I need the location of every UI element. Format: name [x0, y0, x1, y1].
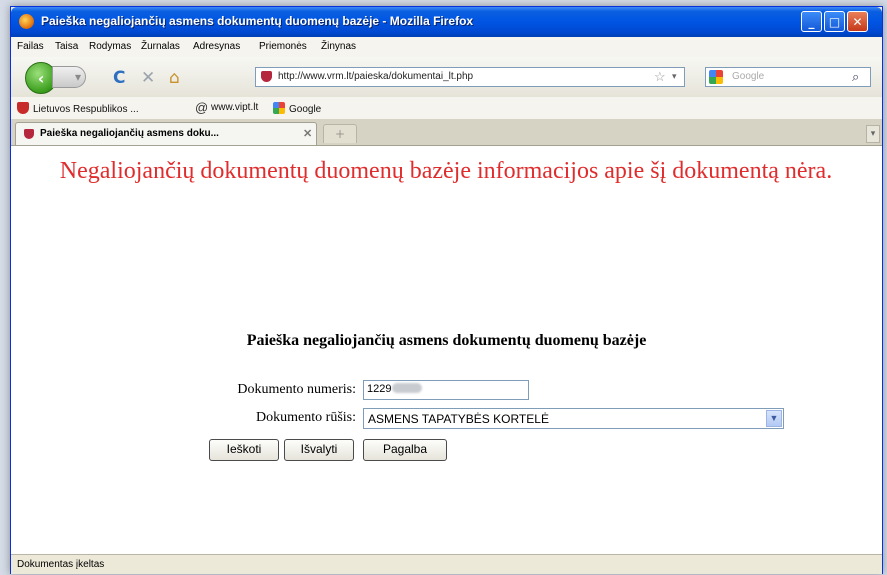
tab-close-icon[interactable]: ✕: [303, 127, 312, 140]
bookmark-vipt[interactable]: @ www.vipt.lt: [195, 100, 259, 115]
at-icon: @: [195, 100, 209, 115]
menu-item-history[interactable]: Žurnalas: [141, 41, 180, 52]
shield-icon: [17, 102, 29, 114]
bookmark-google[interactable]: Google: [273, 102, 321, 115]
forward-button[interactable]: ▾: [52, 66, 86, 88]
navigation-toolbar: ‹ ▾ C ✕ ⌂ http://www.vrm.lt/paieska/doku…: [11, 57, 882, 97]
minimize-button[interactable]: _: [801, 11, 822, 32]
redacted-digits: [392, 383, 423, 393]
document-number-input[interactable]: 1229: [363, 380, 529, 400]
dropdown-arrow-icon: ▾: [74, 70, 81, 84]
url-text[interactable]: http://www.vrm.lt/paieska/dokumentai_lt.…: [278, 71, 473, 82]
tab-label: Paieška negaliojančių asmens doku...: [40, 128, 219, 139]
bookmark-label: Lietuvos Respublikos ...: [33, 104, 139, 115]
firefox-icon: [19, 14, 34, 29]
menu-item-file[interactable]: Failas: [17, 41, 44, 52]
bookmark-star-icon[interactable]: ☆: [654, 69, 666, 85]
window-title: Paieška negaliojančių asmens dokumentų d…: [41, 14, 474, 28]
close-button[interactable]: ✕: [847, 11, 868, 32]
search-box[interactable]: Google ⌕: [705, 67, 871, 87]
help-button[interactable]: Pagalba: [363, 439, 447, 461]
title-bar: Paieška negaliojančių asmens dokumentų d…: [11, 7, 882, 37]
bookmark-label: www.vipt.lt: [211, 102, 259, 113]
menu-item-help[interactable]: Žinynas: [321, 41, 356, 52]
back-arrow-icon: ‹: [37, 68, 45, 88]
menu-bar: Failas Taisa Rodymas Žurnalas Adresynas …: [11, 37, 882, 57]
document-type-label: Dokumento rūšis:: [256, 410, 356, 425]
site-favicon-icon: [261, 71, 272, 82]
document-type-select[interactable]: ASMENS TAPATYBĖS KORTELĖ ▼: [363, 408, 784, 429]
bookmarks-toolbar: Lietuvos Respublikos ... @ www.vipt.lt Go…: [11, 97, 882, 119]
status-text: Dokumentas įkeltas: [17, 559, 105, 570]
tab-active[interactable]: Paieška negaliojančių asmens doku... ✕: [15, 122, 317, 145]
tab-strip: Paieška negaliojančių asmens doku... ✕ +…: [11, 119, 882, 145]
document-type-value: ASMENS TAPATYBĖS KORTELĖ: [368, 412, 549, 426]
menu-item-view[interactable]: Rodymas: [89, 41, 131, 52]
home-icon[interactable]: ⌂: [169, 68, 180, 88]
url-bar[interactable]: http://www.vrm.lt/paieska/dokumentai_lt.…: [255, 67, 685, 87]
bookmark-label: Google: [289, 104, 322, 115]
stop-icon[interactable]: ✕: [141, 68, 155, 88]
new-tab-button[interactable]: +: [323, 124, 357, 143]
google-icon[interactable]: [709, 70, 723, 84]
page-content: Negaliojančių dokumentų duomenų bazėje i…: [11, 145, 882, 555]
tab-list-button[interactable]: ▾: [866, 125, 880, 143]
menu-item-tools[interactable]: Priemonės: [259, 41, 307, 52]
document-number-label: Dokumento numeris:: [237, 382, 356, 397]
maximize-button[interactable]: □: [824, 11, 845, 32]
chevron-down-icon[interactable]: ▼: [766, 410, 782, 427]
status-bar: Dokumentas įkeltas: [11, 554, 882, 574]
form-title: Paieška negaliojančių asmens dokumentų d…: [246, 332, 647, 349]
google-icon: [273, 102, 285, 114]
site-favicon-icon: [24, 129, 34, 139]
clear-button[interactable]: Išvalyti: [284, 439, 354, 461]
bookmark-lietuvos[interactable]: Lietuvos Respublikos ...: [17, 102, 139, 115]
menu-item-bookmarks[interactable]: Adresynas: [193, 41, 240, 52]
search-icon[interactable]: ⌕: [852, 69, 859, 85]
url-dropdown-icon[interactable]: ▾: [672, 71, 677, 82]
reload-icon[interactable]: C: [113, 68, 125, 88]
search-placeholder[interactable]: Google: [732, 71, 764, 82]
error-message: Negaliojančių dokumentų duomenų bazėje i…: [59, 158, 833, 184]
document-number-value: 1229: [367, 383, 392, 395]
browser-window: Paieška negaliojančių asmens dokumentų d…: [10, 6, 883, 574]
menu-item-edit[interactable]: Taisa: [55, 41, 78, 52]
search-button[interactable]: Ieškoti: [209, 439, 279, 461]
